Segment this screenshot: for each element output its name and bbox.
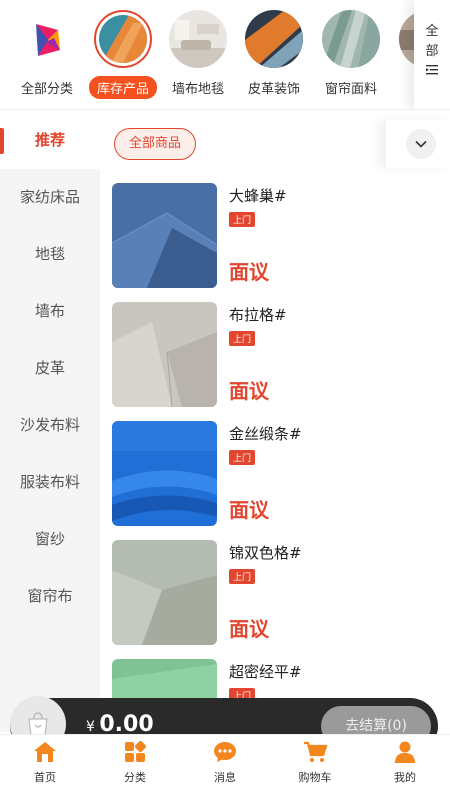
logo-icon: [18, 10, 76, 68]
sidebar-item-leather[interactable]: 皮革: [0, 340, 100, 397]
category-sidebar: 推荐 家纺床品 地毯 墙布 皮革 沙发布料 服装布料 窗纱 窗帘布: [0, 112, 100, 732]
category-icon: [125, 740, 147, 762]
product-image: [112, 540, 217, 645]
product-list: 大蜂巢# 上门 面议 布拉格# 上门 面议 金丝缎条# 上门 面议 锦双色格# …: [100, 176, 450, 736]
sidebar-item-wallcloth[interactable]: 墙布: [0, 283, 100, 340]
all-button-text: 部: [425, 44, 439, 59]
expand-filter-button[interactable]: [406, 129, 436, 159]
nav-profile[interactable]: 我的: [360, 741, 450, 785]
product-image: [112, 302, 217, 407]
nav-label: 分类: [124, 771, 146, 784]
service-tag: 上门: [229, 569, 256, 584]
sidebar-item-carpet[interactable]: 地毯: [0, 226, 100, 283]
nav-label: 首页: [34, 771, 56, 784]
expand-filter-area: [386, 120, 450, 168]
product-name: 布拉格#: [229, 306, 287, 324]
cart-icon: [304, 741, 328, 762]
category-thumb: [169, 10, 227, 68]
all-products-chip[interactable]: 全部商品: [114, 128, 197, 160]
nav-label: 我的: [394, 771, 416, 784]
sidebar-item-clothing-fabric[interactable]: 服装布料: [0, 454, 100, 511]
category-label: 窗帘面料: [324, 82, 377, 97]
bottom-nav: 首页 分类 消息 购物车 我的: [0, 734, 450, 800]
category-label: 库存产品: [88, 76, 157, 99]
product-image: [112, 421, 217, 526]
nav-category[interactable]: 分类: [90, 740, 180, 785]
product-name: 大蜂巢#: [229, 187, 287, 205]
home-icon: [34, 742, 56, 762]
filter-row: 全部商品: [100, 112, 450, 174]
currency-symbol: ¥: [86, 719, 95, 735]
nav-label: 消息: [214, 771, 236, 784]
user-icon: [395, 741, 415, 763]
product-name: 锦双色格#: [229, 544, 302, 562]
category-stock[interactable]: 库存产品: [83, 10, 163, 99]
category-label: 皮革装饰: [247, 82, 300, 97]
all-button-text: 全: [425, 24, 439, 39]
product-price: 面议: [229, 617, 269, 641]
top-category-strip: 全部分类 库存产品 墙布地毯 皮革装饰 窗帘面料 全 部: [0, 0, 450, 110]
nav-cart[interactable]: 购物车: [270, 741, 360, 785]
product-card[interactable]: 布拉格# 上门 面议: [100, 295, 450, 414]
product-price: 面议: [229, 260, 269, 284]
all-categories-button[interactable]: 全 部: [414, 0, 450, 109]
list-menu-icon: [426, 65, 438, 75]
sidebar-item-sheer[interactable]: 窗纱: [0, 511, 100, 568]
category-thumb: [245, 10, 303, 68]
message-icon: [214, 742, 236, 762]
product-name: 超密经平#: [229, 663, 302, 681]
sidebar-item-curtain[interactable]: 窗帘布: [0, 568, 100, 625]
category-thumb: [322, 10, 380, 68]
product-price: 面议: [229, 379, 269, 403]
service-tag: 上门: [229, 212, 256, 227]
category-label: 全部分类: [20, 82, 73, 97]
sidebar-item-recommend[interactable]: 推荐: [0, 112, 100, 169]
service-tag: 上门: [229, 450, 256, 465]
nav-messages[interactable]: 消息: [180, 741, 270, 785]
sidebar-item-home-textile[interactable]: 家纺床品: [0, 169, 100, 226]
product-card[interactable]: 金丝缎条# 上门 面议: [100, 414, 450, 533]
product-card[interactable]: 大蜂巢# 上门 面议: [100, 176, 450, 295]
nav-label: 购物车: [298, 771, 332, 784]
category-leather[interactable]: 皮革装饰: [234, 10, 314, 99]
category-thumb: [94, 10, 152, 68]
product-price: 面议: [229, 498, 269, 522]
product-name: 金丝缎条#: [229, 425, 302, 443]
category-all[interactable]: 全部分类: [7, 10, 87, 99]
category-label: 墙布地毯: [171, 82, 224, 97]
category-curtain-fabric[interactable]: 窗帘面料: [311, 10, 391, 99]
service-tag: 上门: [229, 331, 256, 346]
nav-home[interactable]: 首页: [0, 741, 90, 785]
chevron-down-icon: [415, 140, 427, 148]
product-card[interactable]: 锦双色格# 上门 面议: [100, 533, 450, 652]
product-image: [112, 183, 217, 288]
sidebar-item-sofa-fabric[interactable]: 沙发布料: [0, 397, 100, 454]
category-wallcloth-carpet[interactable]: 墙布地毯: [158, 10, 238, 99]
